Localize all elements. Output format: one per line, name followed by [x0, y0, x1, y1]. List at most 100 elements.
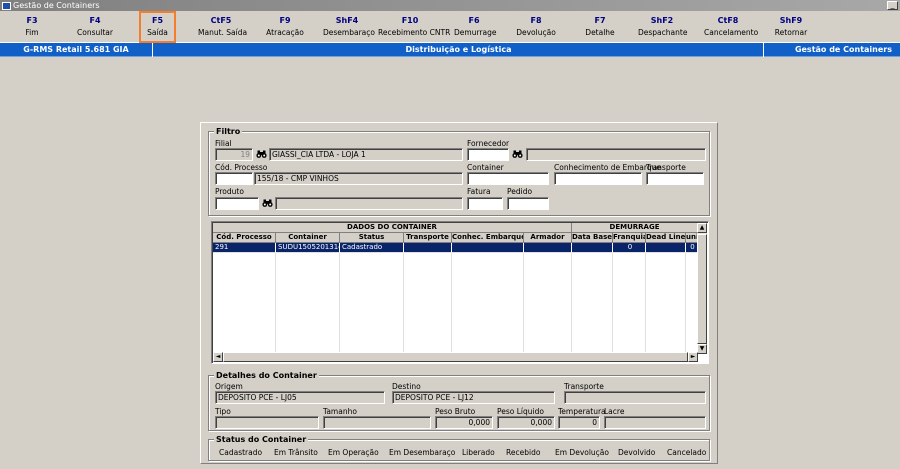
- button-label: Recebimento CNTR: [378, 28, 451, 37]
- origem-field: DEPOSITO PCE - LJ05: [215, 391, 385, 404]
- produto-code-field[interactable]: [215, 197, 259, 210]
- key-label: F6: [468, 16, 480, 25]
- key-label: F10: [401, 16, 419, 25]
- transporte-label: Transporte: [646, 163, 686, 172]
- status-em-operacao: Em Operação: [328, 448, 379, 457]
- processo-name-field: 155/18 - CMP VINHOS: [254, 172, 463, 185]
- fornecedor-search-button[interactable]: [511, 148, 524, 161]
- peso-liquido-label: Peso Líquido: [497, 407, 544, 416]
- transporte-detalhe-label: Transporte: [564, 382, 604, 391]
- fatura-field[interactable]: [467, 197, 503, 210]
- conhecimento-field[interactable]: [554, 172, 642, 185]
- key-label: ShF2: [650, 16, 674, 25]
- module-name: Distribuição e Logística: [154, 43, 764, 57]
- col-header-cod-processo[interactable]: Cód. Processo: [213, 233, 276, 243]
- filial-code-field[interactable]: 19: [215, 148, 253, 161]
- toolbar-button-saida[interactable]: F5 Saída: [139, 11, 176, 43]
- tamanho-field: [323, 416, 431, 429]
- cell-conhec-embarque: [452, 243, 524, 253]
- cell-container: SUDU15052013142: [276, 243, 340, 253]
- button-label: Detalhe: [585, 28, 615, 37]
- key-label: F4: [89, 16, 101, 25]
- status-devolvido: Devolvido: [618, 448, 656, 457]
- button-label: Cancelamento: [704, 28, 759, 37]
- filial-search-button[interactable]: [255, 148, 268, 161]
- toolbar-button-retornar[interactable]: ShF9 Retornar: [773, 15, 809, 41]
- col-header-dead-line[interactable]: Dead Line: [646, 233, 686, 243]
- col-header-franquia[interactable]: Franquia: [613, 233, 646, 243]
- toolbar-button-detalhe[interactable]: F7 Detalhe: [584, 15, 616, 41]
- scroll-thumb[interactable]: [697, 234, 707, 344]
- produto-name-field: [275, 197, 463, 210]
- binoculars-icon: [256, 150, 267, 158]
- col-header-container[interactable]: Container: [276, 233, 340, 243]
- lacre-field: [604, 416, 706, 429]
- toolbar-button-devolucao[interactable]: F8 Devolução: [516, 15, 556, 41]
- status-em-desembaraco: Em Desembaraço: [389, 448, 456, 457]
- produto-search-button[interactable]: [261, 197, 274, 210]
- key-label: F9: [279, 16, 291, 25]
- key-label: CtF5: [210, 16, 232, 25]
- button-label: Atracação: [266, 28, 304, 37]
- container-field[interactable]: [467, 172, 549, 185]
- cell-cod-processo: 291: [213, 243, 276, 253]
- toolbar-button-consultar[interactable]: F4 Consultar: [74, 15, 116, 41]
- col-header-conhec-embarque[interactable]: Conhec. Embarque: [452, 233, 524, 243]
- toolbar-button-desembaraco[interactable]: ShF4 Desembaraço: [323, 15, 375, 41]
- button-label: Manut. Saída: [198, 28, 248, 37]
- toolbar-button-demurrage[interactable]: F6 Demurrage: [454, 15, 496, 41]
- scroll-thumb[interactable]: [223, 352, 688, 362]
- key-label: F8: [530, 16, 542, 25]
- pedido-field[interactable]: [507, 197, 549, 210]
- col-header-status[interactable]: Status: [340, 233, 404, 243]
- cell-status: Cadastrado: [340, 243, 404, 253]
- produto-label: Produto: [215, 187, 244, 196]
- filial-label: Filial: [215, 139, 232, 148]
- destino-label: Destino: [392, 382, 421, 391]
- processo-code-field[interactable]: [215, 172, 253, 185]
- containers-grid[interactable]: DADOS DO CONTAINER DEMURRAGE Cód. Proces…: [211, 221, 709, 364]
- toolbar-button-manut-saida[interactable]: CtF5 Manut. Saída: [198, 15, 248, 41]
- toolbar-button-cancelamento[interactable]: CtF8 Cancelamento: [704, 15, 759, 41]
- main-panel: Filtro Filial 19 GIASSI_CIA LTDA - LOJA …: [200, 122, 718, 464]
- cell-dead-line: [646, 243, 686, 253]
- cell-armador: [524, 243, 572, 253]
- group-header-demurrage: DEMURRAGE: [572, 223, 698, 233]
- key-label: ShF4: [335, 16, 359, 25]
- peso-bruto-field: 0,000: [435, 416, 493, 429]
- button-label: Consultar: [77, 28, 113, 37]
- filter-group: Filtro Filial 19 GIASSI_CIA LTDA - LOJA …: [208, 127, 710, 216]
- key-label: F3: [26, 16, 38, 25]
- window-titlebar: Gestão de Containers _: [0, 0, 900, 11]
- toolbar-button-atracacao[interactable]: F9 Atracação: [266, 15, 304, 41]
- tipo-label: Tipo: [215, 407, 231, 416]
- button-label: Retornar: [774, 28, 808, 37]
- col-header-armador[interactable]: Armador: [524, 233, 572, 243]
- transporte-field[interactable]: [646, 172, 704, 185]
- button-label: Despachante: [638, 28, 688, 37]
- fornecedor-code-field[interactable]: [467, 148, 509, 161]
- button-label: Saída: [147, 28, 168, 37]
- container-label: Container: [467, 163, 504, 172]
- temperatura-field: 0: [558, 416, 600, 429]
- filter-group-title: Filtro: [214, 127, 243, 136]
- grid-vertical-scrollbar[interactable]: ▲ ▼: [697, 223, 707, 354]
- col-header-data-base[interactable]: Data Base: [572, 233, 613, 243]
- scroll-left-icon[interactable]: ◄: [213, 352, 223, 362]
- system-version: G-RMS Retail 5.681 GIA: [0, 43, 153, 57]
- key-label: F7: [594, 16, 606, 25]
- toolbar-button-fim[interactable]: F3 Fim: [18, 15, 46, 41]
- toolbar-button-recebimento-cntr[interactable]: F10 Recebimento CNTR: [378, 15, 451, 41]
- function-key-toolbar: F3 Fim F4 Consultar F5 Saída CtF5 Manut. Saí…: [0, 11, 900, 43]
- grid-horizontal-scrollbar[interactable]: ◄ ►: [213, 352, 698, 362]
- scroll-up-icon[interactable]: ▲: [697, 223, 707, 233]
- minimize-button[interactable]: _: [887, 1, 898, 10]
- scroll-right-icon[interactable]: ►: [688, 352, 698, 362]
- peso-bruto-label: Peso Bruto: [435, 407, 476, 416]
- col-header-transporte[interactable]: Transporte: [404, 233, 452, 243]
- scroll-down-icon[interactable]: ▼: [697, 344, 707, 354]
- details-group-title: Detalhes do Container: [214, 371, 319, 380]
- status-recebido: Recebido: [506, 448, 541, 457]
- toolbar-button-despachante[interactable]: ShF2 Despachante: [638, 15, 688, 41]
- table-row[interactable]: 291 SUDU15052013142 Cadastrado 0 0: [213, 243, 698, 253]
